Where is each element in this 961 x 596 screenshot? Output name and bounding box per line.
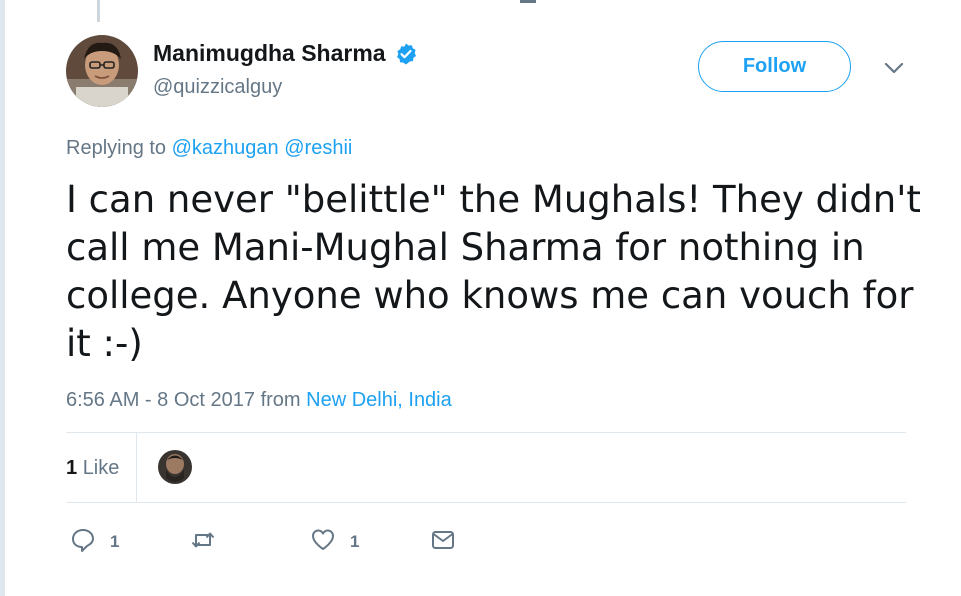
- likes-stat[interactable]: 1 Like: [66, 457, 119, 480]
- divider: [66, 432, 906, 433]
- replying-to-prefix: Replying to: [66, 137, 167, 159]
- like-button[interactable]: 1: [310, 527, 359, 557]
- tweet-meta: 6:56 AM - 8 Oct 2017 from New Delhi, Ind…: [66, 389, 452, 412]
- stats-divider: [136, 433, 137, 503]
- likes-stat-label: Like: [82, 457, 120, 479]
- direct-message-button[interactable]: [430, 527, 456, 557]
- tweet-text: I can never "belittle" the Mughals! They…: [66, 178, 921, 365]
- chevron-down-icon[interactable]: [884, 60, 904, 74]
- mention-link[interactable]: @kazhugan: [172, 137, 279, 159]
- avatar[interactable]: [66, 35, 138, 107]
- mention-link[interactable]: @reshii: [284, 137, 352, 159]
- window-edge: [0, 0, 5, 596]
- tweet-timestamp[interactable]: 6:56 AM - 8 Oct 2017: [66, 389, 255, 411]
- verified-badge-icon: [394, 42, 418, 66]
- replying-to: Replying to @kazhugan @reshii: [66, 137, 352, 160]
- retweet-icon: [190, 527, 216, 557]
- thread-connector-line: [97, 0, 100, 22]
- retweet-button[interactable]: [190, 527, 230, 557]
- reply-icon: [70, 527, 96, 557]
- previous-tweet-remnant: [520, 0, 536, 3]
- heart-icon: [310, 527, 336, 557]
- like-count: 1: [350, 532, 360, 551]
- reply-count: 1: [110, 532, 120, 551]
- divider: [66, 502, 906, 503]
- author-name-row: Manimugdha Sharma: [153, 40, 418, 67]
- tweet-location-link[interactable]: New Delhi, India: [306, 389, 452, 411]
- liker-avatar[interactable]: [158, 450, 192, 484]
- author-handle[interactable]: @quizzicalguy: [153, 76, 282, 99]
- from-label: from: [260, 389, 301, 411]
- likes-stat-count: 1: [66, 457, 78, 479]
- follow-button[interactable]: Follow: [698, 41, 851, 92]
- message-icon: [430, 527, 456, 557]
- author-display-name[interactable]: Manimugdha Sharma: [153, 40, 386, 67]
- reply-button[interactable]: 1: [70, 527, 119, 557]
